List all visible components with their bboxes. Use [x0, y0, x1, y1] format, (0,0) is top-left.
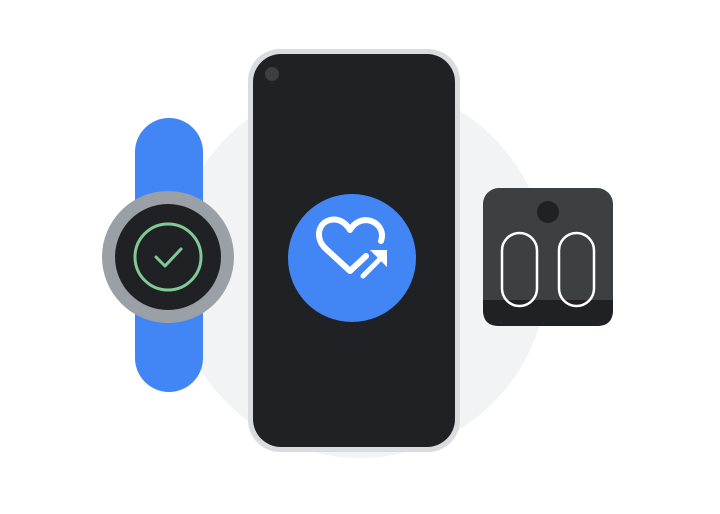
health-connect-illustration — [0, 0, 720, 514]
smartphone-icon — [248, 49, 460, 452]
phone-camera — [265, 67, 279, 81]
watch-face — [115, 204, 221, 310]
app-badge — [288, 194, 416, 322]
tracker-sensor — [537, 201, 559, 223]
fitness-tracker-icon — [483, 188, 613, 326]
device-illustration — [102, 49, 613, 458]
tracker-bottom-shade — [483, 300, 613, 326]
